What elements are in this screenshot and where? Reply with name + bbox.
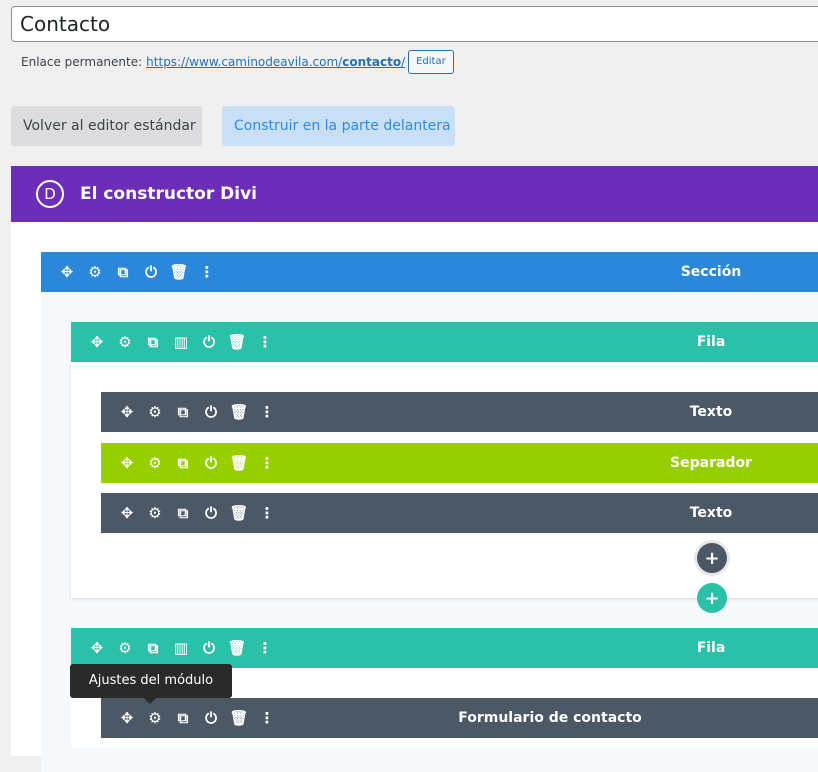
move-icon[interactable]: ✥ — [83, 322, 111, 362]
add-module-button[interactable]: + — [697, 543, 727, 573]
module-tools: ✥ ⚙ ⧉ ⏻ 🗑 ⋮ — [113, 698, 281, 738]
gear-icon[interactable]: ⚙ — [141, 493, 169, 533]
duplicate-icon[interactable]: ⧉ — [139, 322, 167, 362]
columns-icon[interactable]: ▥ — [167, 628, 195, 668]
row-bar[interactable]: ✥ ⚙ ⧉ ▥ ⏻ 🗑 ⋮ Fila — [71, 322, 818, 362]
divi-title: El constructor Divi — [80, 184, 257, 204]
permalink-label: Enlace permanente: — [21, 55, 143, 69]
standard-editor-button[interactable]: Volver al editor estándar — [11, 106, 202, 146]
move-icon[interactable]: ✥ — [113, 443, 141, 483]
row-tools: ✥ ⚙ ⧉ ▥ ⏻ 🗑 ⋮ — [83, 628, 279, 668]
gear-icon[interactable]: ⚙ — [111, 322, 139, 362]
move-icon[interactable]: ✥ — [113, 493, 141, 533]
save-icon[interactable]: ⏻ — [197, 392, 225, 432]
section-label: Sección — [680, 264, 742, 280]
duplicate-icon[interactable]: ⧉ — [169, 698, 197, 738]
more-icon[interactable]: ⋮ — [193, 252, 221, 292]
move-icon[interactable]: ✥ — [113, 698, 141, 738]
duplicate-icon[interactable]: ⧉ — [169, 443, 197, 483]
trash-icon[interactable]: 🗑 — [225, 392, 253, 432]
gear-icon[interactable]: ⚙ — [141, 443, 169, 483]
duplicate-icon[interactable]: ⧉ — [109, 252, 137, 292]
row-label: Fila — [696, 640, 726, 656]
gear-icon[interactable]: ⚙ — [111, 628, 139, 668]
trash-icon[interactable]: 🗑 — [225, 698, 253, 738]
front-builder-button[interactable]: Construir en la parte delantera — [222, 106, 455, 146]
move-icon[interactable]: ✥ — [83, 628, 111, 668]
columns-icon[interactable]: ▥ — [167, 322, 195, 362]
module-bar[interactable]: ✥ ⚙ ⧉ ⏻ 🗑 ⋮ Separador — [101, 443, 818, 483]
row-bar[interactable]: ✥ ⚙ ⧉ ▥ ⏻ 🗑 ⋮ Fila — [71, 628, 818, 668]
duplicate-icon[interactable]: ⧉ — [139, 628, 167, 668]
more-icon[interactable]: ⋮ — [253, 698, 281, 738]
permalink-slug: contacto — [342, 55, 402, 69]
move-icon[interactable]: ✥ — [53, 252, 81, 292]
save-icon[interactable]: ⏻ — [197, 698, 225, 738]
module-settings-tooltip: Ajustes del módulo — [70, 664, 232, 704]
gear-icon[interactable]: ⚙ — [81, 252, 109, 292]
trash-icon[interactable]: 🗑 — [223, 628, 251, 668]
save-icon[interactable]: ⏻ — [195, 628, 223, 668]
divi-logo-icon: D — [36, 180, 64, 208]
edit-permalink-button[interactable]: Editar — [408, 50, 454, 74]
save-icon[interactable]: ⏻ — [195, 322, 223, 362]
trash-icon[interactable]: 🗑 — [225, 493, 253, 533]
more-icon[interactable]: ⋮ — [253, 493, 281, 533]
post-title-input[interactable]: Contacto — [11, 6, 818, 42]
trash-icon[interactable]: 🗑 — [223, 322, 251, 362]
move-icon[interactable]: ✥ — [113, 392, 141, 432]
module-label: Formulario de contacto — [458, 710, 642, 726]
gear-icon[interactable]: ⚙ — [141, 392, 169, 432]
module-label: Separador — [670, 455, 752, 471]
permalink-link[interactable]: https://www.caminodeavila.com/contacto/ — [146, 55, 405, 69]
row-tools: ✥ ⚙ ⧉ ▥ ⏻ 🗑 ⋮ — [83, 322, 279, 362]
module-bar[interactable]: ✥ ⚙ ⧉ ⏻ 🗑 ⋮ Texto — [101, 493, 818, 533]
module-label: Texto — [689, 404, 733, 420]
module-tools: ✥ ⚙ ⧉ ⏻ 🗑 ⋮ — [113, 392, 281, 432]
permalink-row: Enlace permanente: https://www.caminodea… — [21, 50, 454, 74]
section-bar[interactable]: ✥ ⚙ ⧉ ⏻ 🗑 ⋮ Sección — [41, 252, 818, 292]
more-icon[interactable]: ⋮ — [251, 322, 279, 362]
save-icon[interactable]: ⏻ — [197, 493, 225, 533]
trash-icon[interactable]: 🗑 — [225, 443, 253, 483]
module-bar[interactable]: ✥ ⚙ ⧉ ⏻ 🗑 ⋮ Texto — [101, 392, 818, 432]
module-bar[interactable]: ✥ ⚙ ⧉ ⏻ 🗑 ⋮ Formulario de contacto — [101, 698, 818, 738]
more-icon[interactable]: ⋮ — [251, 628, 279, 668]
duplicate-icon[interactable]: ⧉ — [169, 493, 197, 533]
save-icon[interactable]: ⏻ — [197, 443, 225, 483]
save-icon[interactable]: ⏻ — [137, 252, 165, 292]
duplicate-icon[interactable]: ⧉ — [169, 392, 197, 432]
module-tools: ✥ ⚙ ⧉ ⏻ 🗑 ⋮ — [113, 443, 281, 483]
more-icon[interactable]: ⋮ — [253, 443, 281, 483]
module-label: Texto — [689, 505, 733, 521]
row-label: Fila — [696, 334, 726, 350]
trash-icon[interactable]: 🗑 — [165, 252, 193, 292]
add-row-button[interactable]: + — [697, 583, 727, 613]
section-tools: ✥ ⚙ ⧉ ⏻ 🗑 ⋮ — [53, 252, 221, 292]
more-icon[interactable]: ⋮ — [253, 392, 281, 432]
divi-header: D El constructor Divi — [11, 166, 818, 222]
gear-icon[interactable]: ⚙ — [141, 698, 169, 738]
module-tools: ✥ ⚙ ⧉ ⏻ 🗑 ⋮ — [113, 493, 281, 533]
